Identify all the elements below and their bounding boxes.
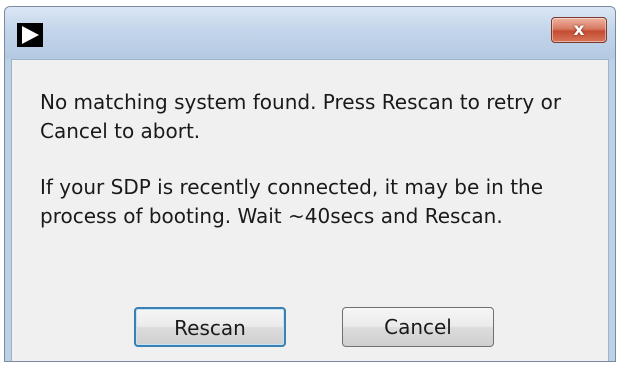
rescan-button[interactable]: Rescan [134,307,286,347]
title-bar[interactable]: x [5,7,615,59]
play-arrow-icon [17,23,43,47]
cancel-button[interactable]: Cancel [342,307,494,347]
message-paragraph-1: No matching system found. Press Rescan t… [40,90,562,143]
message-paragraph-2: If your SDP is recently connected, it ma… [40,175,544,228]
close-icon: x [573,20,585,40]
dialog-message: No matching system found. Press Rescan t… [40,88,570,231]
close-button[interactable]: x [551,17,607,43]
dialog-window: x No matching system found. Press Rescan… [4,6,616,362]
dialog-body: No matching system found. Press Rescan t… [11,59,609,361]
